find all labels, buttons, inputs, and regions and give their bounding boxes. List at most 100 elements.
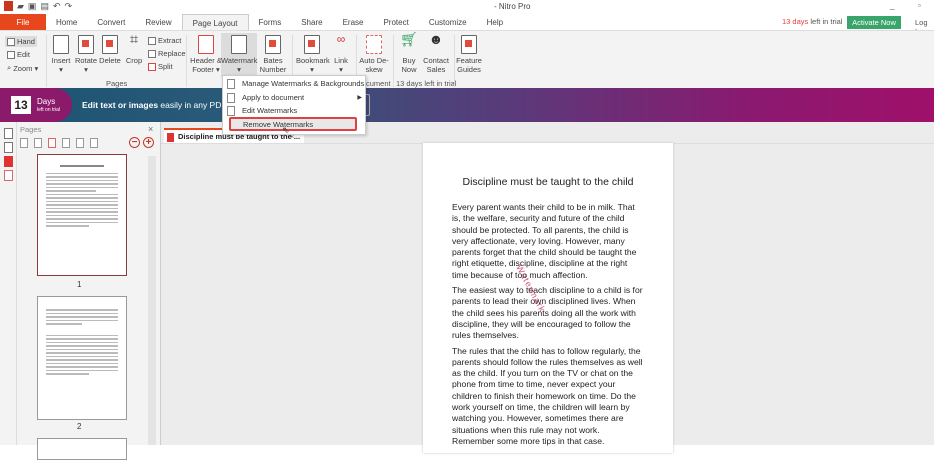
tab-review[interactable]: Review <box>135 14 181 31</box>
tab-file[interactable]: File <box>0 14 46 31</box>
document-area: Discipline must be taught to the ... × D… <box>160 122 934 453</box>
print-icon[interactable]: ▤ <box>40 1 49 12</box>
crop-icon: ⌗ <box>129 31 139 48</box>
bates-number-icon <box>265 35 281 54</box>
zoom-in-button[interactable]: + <box>143 137 154 148</box>
menu-item-apply-to-document[interactable]: Apply to document ▶ <box>223 91 365 105</box>
submenu-arrow-icon: ▶ <box>357 95 362 101</box>
pages-group-label: Pages <box>106 79 128 88</box>
save-icon[interactable]: ▣ <box>28 1 37 12</box>
split-button[interactable]: Split <box>148 62 173 71</box>
auto-deskew-button[interactable]: Auto De-skew <box>359 35 389 74</box>
rotate-left-icon[interactable] <box>76 138 84 148</box>
page-number-1: 1 <box>77 280 82 289</box>
watermark-icon <box>227 79 235 89</box>
extract-button[interactable]: Extract <box>148 36 181 45</box>
rotate-icon <box>78 35 94 54</box>
contact-sales-button[interactable]: ☻ Contact Sales <box>422 32 450 74</box>
trial-status: 13 days left in trial <box>782 17 842 26</box>
zoom-tool[interactable]: ⌕ Zoom ▾ <box>7 63 38 73</box>
ribbon: Hand Edit ⌕ Zoom ▾ Insert ▾ Rotate ▾ Delete… <box>0 30 934 88</box>
menu-item-edit-watermarks[interactable]: Edit Watermarks <box>223 104 365 118</box>
document-heading: Discipline must be taught to the child <box>462 176 634 188</box>
edit-label: Edit <box>17 50 30 59</box>
hand-tool[interactable]: Hand <box>5 36 37 47</box>
attachments-panel-icon[interactable] <box>4 156 13 167</box>
document-group-label: cument <box>366 79 391 88</box>
open-icon[interactable]: ▰ <box>17 1 24 12</box>
extract-page-icon[interactable] <box>62 138 70 148</box>
insert-button[interactable]: Insert ▾ <box>50 35 72 74</box>
apply-icon <box>227 93 235 103</box>
trial-group-label: 13 days left in trial <box>396 79 457 88</box>
link-icon: ∞ <box>336 32 346 46</box>
mouse-cursor-icon: ⇖ <box>282 125 290 135</box>
watermark-button[interactable]: Watermark ▾ <box>221 33 257 77</box>
paragraph: The rules that the child has to follow r… <box>452 345 643 446</box>
days-label: Days left on trial <box>37 97 61 113</box>
pages-scrollbar[interactable] <box>148 156 156 445</box>
trial-banner[interactable]: 13 Days left on trial Edit text or images… <box>0 88 934 122</box>
feature-guides-button[interactable]: Feature Guides <box>456 35 482 74</box>
feature-guides-icon <box>461 35 477 54</box>
tab-customize[interactable]: Customize <box>419 14 477 31</box>
promo-text: Edit text or images easily in any PDF <box>82 100 227 110</box>
hand-label: Hand <box>17 37 35 46</box>
menu-item-manage-watermarks[interactable]: Manage Watermarks & Backgrounds <box>223 77 365 91</box>
security-panel-icon[interactable] <box>4 170 13 181</box>
buy-now-button[interactable]: 🛒︎ Buy Now <box>398 31 420 74</box>
bookmark-icon <box>304 35 320 54</box>
nitro-logo-icon <box>4 1 13 11</box>
rotate-button[interactable]: Rotate ▾ <box>74 35 98 74</box>
activate-now-button[interactable]: Activate Now <box>847 16 901 29</box>
quick-access-toolbar: ▰ ▣ ▤ ↶ ↷ <box>4 1 72 12</box>
rotate-right-icon[interactable] <box>90 138 98 148</box>
link-button[interactable]: ∞ Link ▾ <box>330 32 352 74</box>
tab-convert[interactable]: Convert <box>87 14 135 31</box>
title-bar: ▰ ▣ ▤ ↶ ↷ - Nitro Pro _ ▫ <box>0 0 934 14</box>
pages-panel-title: Pages <box>20 125 42 134</box>
edit-tool[interactable]: Edit <box>7 50 30 59</box>
tab-home[interactable]: Home <box>46 14 87 31</box>
trial-days: 13 days <box>782 17 809 26</box>
tab-help[interactable]: Help <box>477 14 513 31</box>
tab-forms[interactable]: Forms <box>249 14 292 31</box>
tab-erase[interactable]: Erase <box>333 14 374 31</box>
insert-icon <box>53 35 69 54</box>
crop-button[interactable]: ⌗ Crop <box>124 31 144 65</box>
minimize-button[interactable]: _ <box>890 1 894 10</box>
tab-protect[interactable]: Protect <box>373 14 418 31</box>
redo-icon[interactable]: ↷ <box>65 1 73 12</box>
zoom-icon: ⌕ <box>7 63 12 72</box>
close-panel-button[interactable]: × <box>148 124 153 134</box>
rotate-page-icon[interactable] <box>34 138 42 148</box>
pdf-icon <box>167 133 174 142</box>
bookmark-button[interactable]: Bookmark ▾ <box>296 35 330 74</box>
pdf-page[interactable]: Discipline must be taught to the child E… <box>423 143 673 453</box>
page-number-2: 2 <box>77 422 82 431</box>
page-thumbnail-1[interactable] <box>37 154 127 276</box>
restore-button[interactable]: ▫ <box>918 1 921 10</box>
page-thumbnail-2[interactable] <box>37 296 127 420</box>
delete-button[interactable]: Delete <box>99 35 121 65</box>
left-panel-strip <box>0 122 17 445</box>
paragraph: The easiest way to teach discipline to a… <box>452 285 643 341</box>
days-number: 13 <box>11 96 31 114</box>
bookmarks-panel-icon[interactable] <box>4 142 13 153</box>
hand-icon <box>7 37 15 46</box>
zoom-out-button[interactable]: − <box>129 137 140 148</box>
delete-page-icon[interactable] <box>48 138 56 148</box>
watermark-icon <box>231 35 247 54</box>
undo-icon[interactable]: ↶ <box>53 1 61 12</box>
pages-panel: Pages × − + 1 2 <box>17 122 160 460</box>
replace-button[interactable]: Replace <box>148 49 186 58</box>
pages-panel-icon[interactable] <box>4 128 13 139</box>
cart-icon: 🛒︎ <box>400 31 418 47</box>
tab-page-layout[interactable]: Page Layout <box>181 14 249 31</box>
extract-icon <box>148 36 156 45</box>
insert-page-icon[interactable] <box>20 138 28 148</box>
menu-item-remove-watermarks[interactable]: Remove Watermarks <box>229 117 357 131</box>
header-footer-button[interactable]: Header & Footer ▾ <box>189 35 223 74</box>
tab-share[interactable]: Share <box>291 14 332 31</box>
page-thumbnail-3[interactable] <box>37 438 127 460</box>
